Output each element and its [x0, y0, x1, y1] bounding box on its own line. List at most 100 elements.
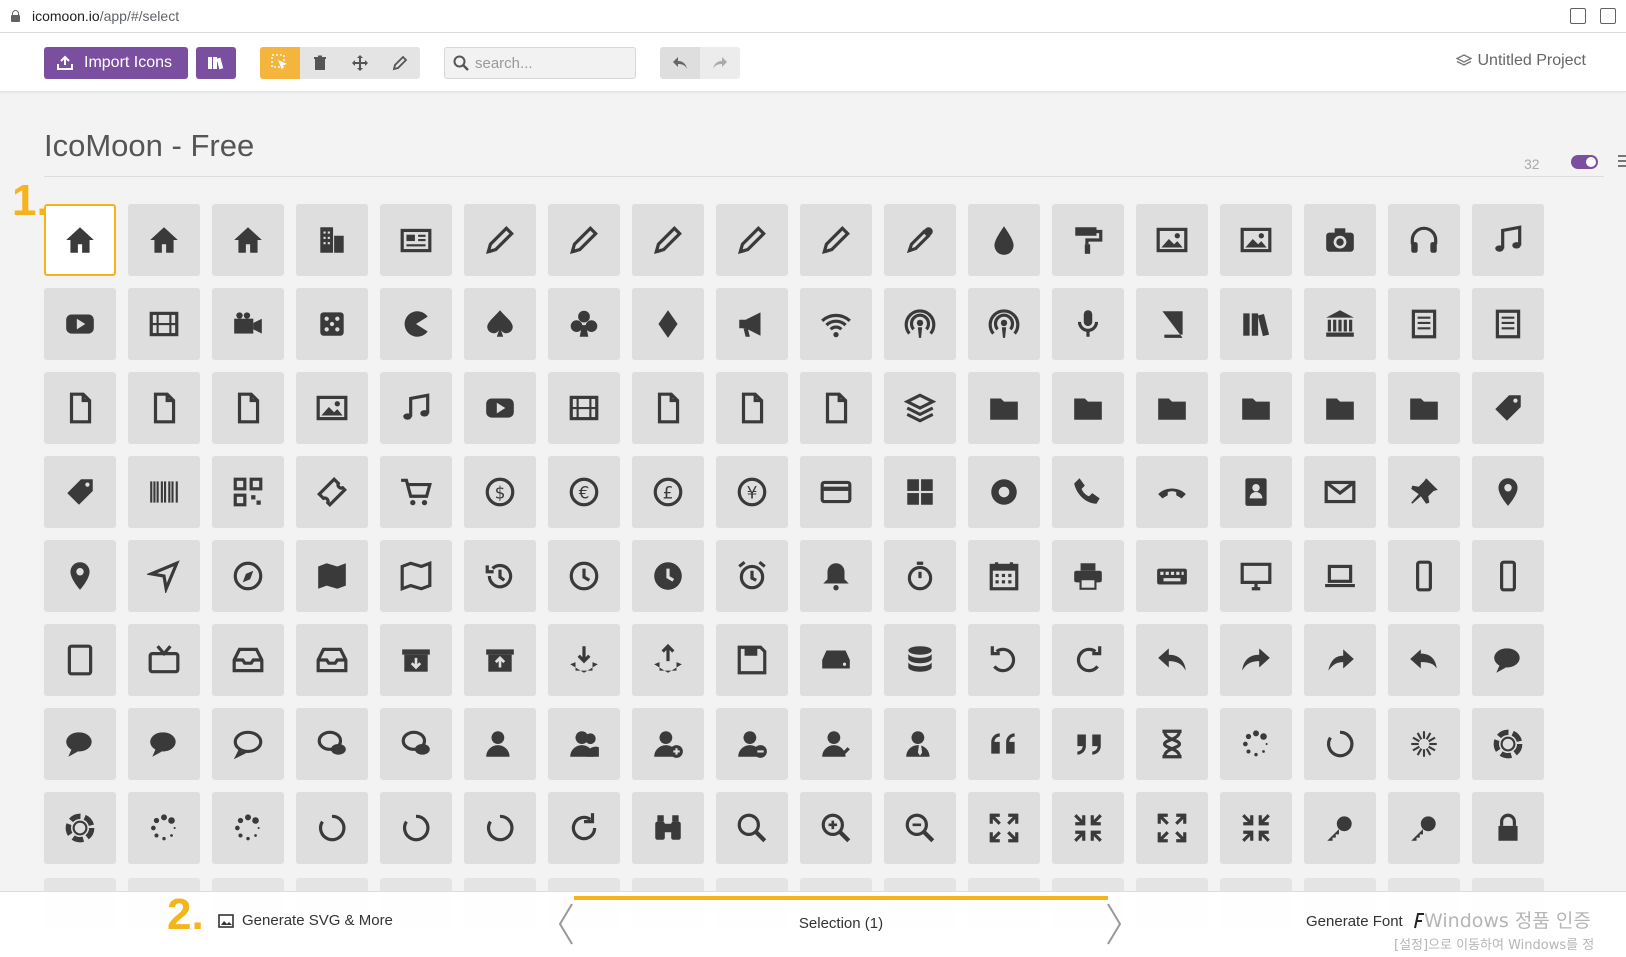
icon-tile-reply[interactable] [1388, 624, 1460, 696]
icon-tile-display[interactable] [1220, 540, 1292, 612]
icon-tile-zoom-out[interactable] [884, 792, 956, 864]
search-box[interactable] [444, 47, 636, 79]
icon-tile-upload[interactable] [632, 624, 704, 696]
chevron-right-icon[interactable] [1104, 902, 1124, 946]
import-icons-button[interactable]: Import Icons [44, 47, 188, 79]
icon-tile-bubble[interactable] [1472, 624, 1544, 696]
icon-tile-zoom-in[interactable] [800, 792, 872, 864]
icon-tile-tv[interactable] [128, 624, 200, 696]
icon-tile-forward[interactable] [1304, 624, 1376, 696]
icon-tile-spinner3[interactable] [1388, 708, 1460, 780]
icon-tile-diamonds[interactable] [632, 288, 704, 360]
icon-tile-floppy-disk[interactable] [716, 624, 788, 696]
undo-button[interactable] [660, 47, 700, 79]
icon-tile-calendar[interactable] [968, 540, 1040, 612]
icon-tile-video-camera[interactable] [212, 288, 284, 360]
icon-tile-barcode[interactable] [128, 456, 200, 528]
icon-tile-spinner2[interactable] [1304, 708, 1376, 780]
icon-tile-compass[interactable] [128, 540, 200, 612]
icon-tile-calculator[interactable] [884, 456, 956, 528]
icon-tile-phone[interactable] [1052, 456, 1124, 528]
icon-tile-map2[interactable] [380, 540, 452, 612]
icon-tile-price-tags[interactable] [44, 456, 116, 528]
icon-tile-alarm[interactable] [716, 540, 788, 612]
icon-tile-file-text[interactable] [1388, 288, 1460, 360]
set-menu-icon[interactable] [1618, 155, 1626, 167]
icon-tile-images[interactable] [1220, 204, 1292, 276]
selection-tab[interactable]: Selection (1) [574, 896, 1108, 946]
icon-tile-bell[interactable] [800, 540, 872, 612]
icon-tile-books[interactable] [1220, 288, 1292, 360]
icon-tile-newspaper[interactable] [380, 204, 452, 276]
icon-tile-spinner5[interactable] [44, 792, 116, 864]
icon-tile-redo[interactable] [1052, 624, 1124, 696]
icon-tile-stopwatch[interactable] [884, 540, 956, 612]
icon-tile-quill[interactable] [632, 204, 704, 276]
icon-tile-drawer2[interactable] [296, 624, 368, 696]
icon-tile-pen[interactable] [716, 204, 788, 276]
icon-tile-enlarge[interactable] [968, 792, 1040, 864]
icon-tile-clock2[interactable] [632, 540, 704, 612]
icon-tile-quotes-right[interactable] [1052, 708, 1124, 780]
icon-tile-shrink[interactable] [1052, 792, 1124, 864]
move-tool-button[interactable] [340, 47, 380, 79]
icon-tile-home3[interactable] [212, 204, 284, 276]
icon-tile-spinner11[interactable] [548, 792, 620, 864]
icon-tile-mobile[interactable] [1388, 540, 1460, 612]
icon-tile-bubble2[interactable] [212, 708, 284, 780]
icon-tile-pencil2[interactable] [548, 204, 620, 276]
icon-tile-tablet[interactable] [44, 624, 116, 696]
icon-tile-undo[interactable] [968, 624, 1040, 696]
icon-tile-headphones[interactable] [1388, 204, 1460, 276]
icon-tile-phone-hang-up[interactable] [1136, 456, 1208, 528]
icon-tile-profile[interactable] [1472, 288, 1544, 360]
edit-tool-button[interactable] [380, 47, 420, 79]
icon-tile-qrcode[interactable] [212, 456, 284, 528]
chevron-left-icon[interactable] [556, 902, 576, 946]
icon-tile-history[interactable] [464, 540, 536, 612]
select-tool-button[interactable] [260, 47, 300, 79]
icon-tile-dice[interactable] [296, 288, 368, 360]
icon-tile-bubbles3[interactable] [296, 708, 368, 780]
icon-tile-coin-euro[interactable]: € [548, 456, 620, 528]
icon-tile-folder-download[interactable] [1304, 372, 1376, 444]
icon-tile-music[interactable] [1472, 204, 1544, 276]
icon-tile-credit-card[interactable] [800, 456, 872, 528]
icon-tile-droplet[interactable] [968, 204, 1040, 276]
icon-tile-folder[interactable] [968, 372, 1040, 444]
icon-tile-laptop[interactable] [1304, 540, 1376, 612]
icon-tile-undo2[interactable] [1136, 624, 1208, 696]
icon-tile-file-zip[interactable] [632, 372, 704, 444]
icon-tile-envelop[interactable] [1304, 456, 1376, 528]
icon-tile-folder-open[interactable] [1052, 372, 1124, 444]
icon-tile-blog[interactable] [800, 204, 872, 276]
icon-tile-bubbles[interactable] [44, 708, 116, 780]
icon-tile-pacman[interactable] [380, 288, 452, 360]
grid-size-value[interactable]: 32 [1524, 156, 1540, 172]
icon-tile-quotes-left[interactable] [968, 708, 1040, 780]
icon-tile-users[interactable] [548, 708, 620, 780]
icon-tile-paint-format[interactable] [1052, 204, 1124, 276]
icon-tile-eyedropper[interactable] [884, 204, 956, 276]
icon-tile-office[interactable] [296, 204, 368, 276]
icon-tile-files-empty[interactable] [128, 372, 200, 444]
icon-tile-ticket[interactable] [296, 456, 368, 528]
icon-tile-user-minus[interactable] [716, 708, 788, 780]
icon-tile-play[interactable] [44, 288, 116, 360]
icon-tile-clock[interactable] [548, 540, 620, 612]
icon-tile-paste[interactable] [800, 372, 872, 444]
icon-tile-home[interactable] [44, 204, 116, 276]
delete-tool-button[interactable] [300, 47, 340, 79]
icon-tile-podcast[interactable] [884, 288, 956, 360]
icon-tile-file-play[interactable] [464, 372, 536, 444]
icon-tile-pencil[interactable] [464, 204, 536, 276]
icon-tile-library[interactable] [1304, 288, 1376, 360]
icon-tile-mic[interactable] [1052, 288, 1124, 360]
icon-tile-pushpin[interactable] [1388, 456, 1460, 528]
icon-tile-file-picture[interactable] [296, 372, 368, 444]
generate-svg-button[interactable]: Generate SVG & More [218, 912, 393, 929]
icon-tile-home2[interactable] [128, 204, 200, 276]
icon-tile-folder-minus[interactable] [1220, 372, 1292, 444]
icon-tile-spades[interactable] [464, 288, 536, 360]
icon-tile-spinner6[interactable] [128, 792, 200, 864]
